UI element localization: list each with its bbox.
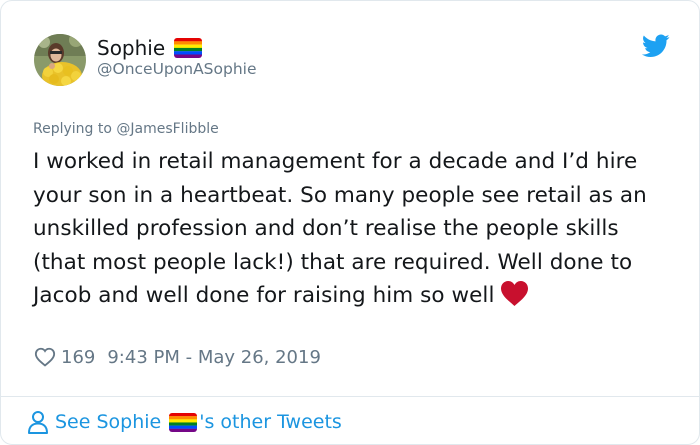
tweet-text: I worked in retail management for a deca… — [33, 149, 647, 308]
author-name-row[interactable]: Sophie — [97, 34, 203, 62]
tweet-timestamp[interactable]: 9:43 PM - May 26, 2019 — [107, 347, 321, 368]
rainbow-flag-icon — [169, 412, 198, 432]
like-count[interactable]: 169 — [61, 347, 95, 368]
footer-link-suffix[interactable]: 's other Tweets — [199, 411, 342, 433]
footer-divider — [1, 396, 699, 397]
footer-link-prefix[interactable]: See Sophie — [55, 411, 161, 433]
rainbow-flag-icon — [174, 38, 203, 58]
tweet-card: Sophie @OnceUponASophie Replying to @Jam… — [0, 0, 700, 445]
author-display-name[interactable]: Sophie — [97, 36, 165, 60]
heart-outline-icon[interactable] — [34, 346, 56, 368]
person-icon — [27, 410, 49, 434]
tweet-meta: 169 9:43 PM - May 26, 2019 — [34, 344, 321, 370]
author-handle[interactable]: @OnceUponASophie — [97, 60, 257, 78]
replying-to-label[interactable]: Replying to @JamesFlibble — [33, 121, 219, 137]
avatar[interactable] — [34, 34, 86, 86]
red-heart-icon — [500, 280, 529, 307]
tweet-body: I worked in retail management for a deca… — [33, 145, 673, 313]
see-other-tweets-link[interactable]: See Sophie 's other Tweets — [27, 407, 342, 437]
twitter-bird-icon[interactable] — [641, 34, 670, 58]
